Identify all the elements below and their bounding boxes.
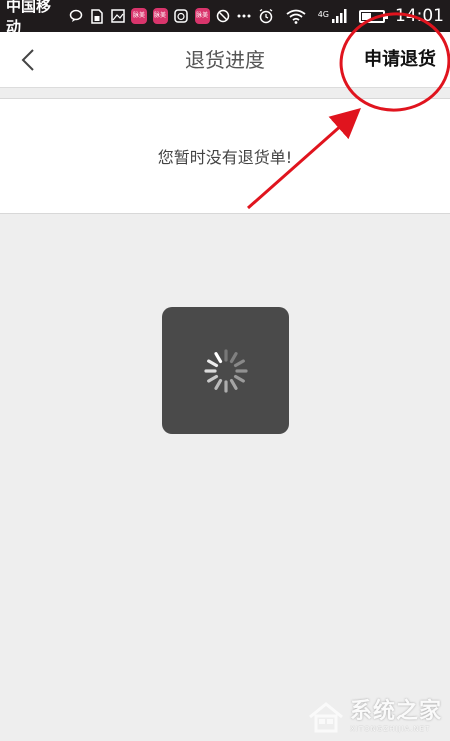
- chevron-left-icon: [21, 49, 34, 71]
- wifi-icon: [286, 8, 306, 24]
- message-icon: [68, 8, 83, 24]
- watermark-subtitle: XITONGZHIJIA.NET: [349, 725, 431, 733]
- watermark-title: 系统之家: [349, 699, 442, 724]
- signal-strength-icon: [331, 8, 347, 24]
- app-notification-icon: 脉美: [131, 8, 147, 24]
- alarm-clock-icon: [258, 8, 274, 24]
- apply-return-button[interactable]: 申请退货: [364, 32, 436, 88]
- more-dots-icon: [237, 8, 252, 24]
- image-icon: [110, 8, 125, 24]
- empty-state-panel: 您暂时没有退货单!: [0, 98, 450, 214]
- navigation-bar: 退货进度 申请退货: [0, 32, 450, 88]
- battery-icon: [359, 9, 388, 23]
- blocked-icon: [216, 8, 231, 24]
- loading-spinner-icon: [203, 348, 248, 393]
- app-notification-icon: 脉美: [194, 8, 210, 24]
- loading-overlay: [162, 307, 289, 434]
- status-bar: 中国移动 脉美 脉美 脉美 4G 14:01: [0, 0, 450, 36]
- status-bar-right: 4G 14:01: [258, 6, 444, 26]
- network-type-label: 4G: [317, 10, 329, 19]
- sim-card-icon: [89, 8, 104, 24]
- status-time: 14:01: [395, 6, 444, 26]
- back-button[interactable]: [10, 42, 46, 78]
- alarm-app-icon: [174, 8, 189, 24]
- watermark: 系统之家 XITONGZHIJIA.NET: [308, 693, 442, 733]
- house-logo-icon: [309, 702, 343, 733]
- app-notification-icon: 脉美: [152, 8, 168, 24]
- empty-state-message: 您暂时没有退货单!: [157, 148, 293, 167]
